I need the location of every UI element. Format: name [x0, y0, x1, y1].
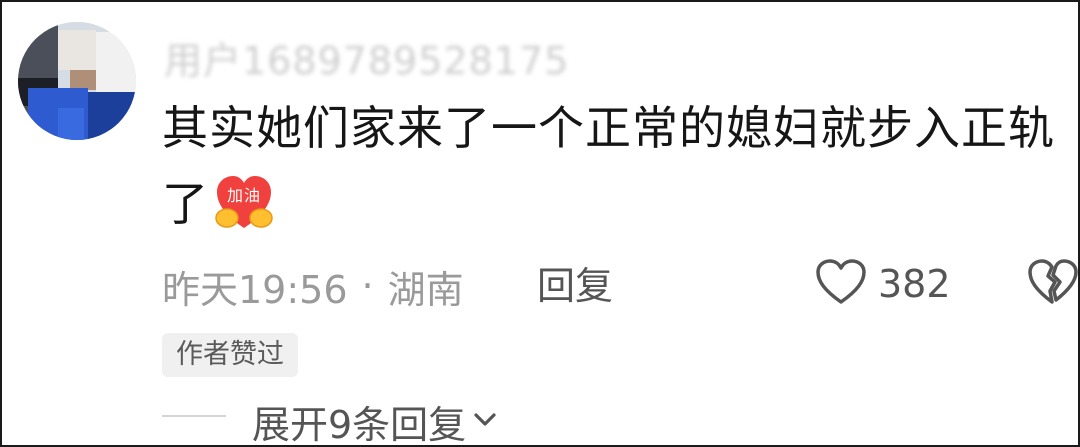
like-button[interactable]: 382	[814, 258, 951, 310]
avatar-image	[18, 22, 136, 140]
expand-replies-button[interactable]: 展开9条回复	[252, 394, 498, 447]
like-count: 382	[878, 262, 951, 306]
chevron-down-icon	[472, 407, 498, 437]
username[interactable]: 用户1689789528175	[164, 30, 569, 85]
comment-card: 用户1689789528175 其实她们家来了一个正常的媳妇就步入正轨了 加油 …	[0, 0, 1080, 447]
dislike-button[interactable]	[1026, 258, 1078, 310]
avatar[interactable]	[18, 22, 136, 140]
comment-text: 其实她们家来了一个正常的媳妇就步入正轨了	[162, 101, 1055, 231]
comment-location: 湖南	[387, 267, 464, 312]
comment-time: 昨天19:56	[162, 267, 348, 312]
jiayou-sticker-icon: 加油	[213, 174, 275, 254]
author-liked-badge: 作者赞过	[162, 333, 298, 377]
expand-divider-line	[162, 415, 226, 417]
emoji-label: 加油	[227, 186, 261, 205]
broken-heart-icon	[1026, 259, 1078, 310]
comment-meta: 昨天19:56 · 湖南	[162, 260, 464, 312]
meta-separator: ·	[361, 264, 374, 308]
reply-button[interactable]: 回复	[537, 260, 613, 312]
expand-replies-label: 展开9条回复	[252, 403, 467, 447]
heart-outline-icon	[814, 258, 868, 310]
comment-text-block: 其实她们家来了一个正常的媳妇就步入正轨了 加油	[162, 90, 1062, 254]
